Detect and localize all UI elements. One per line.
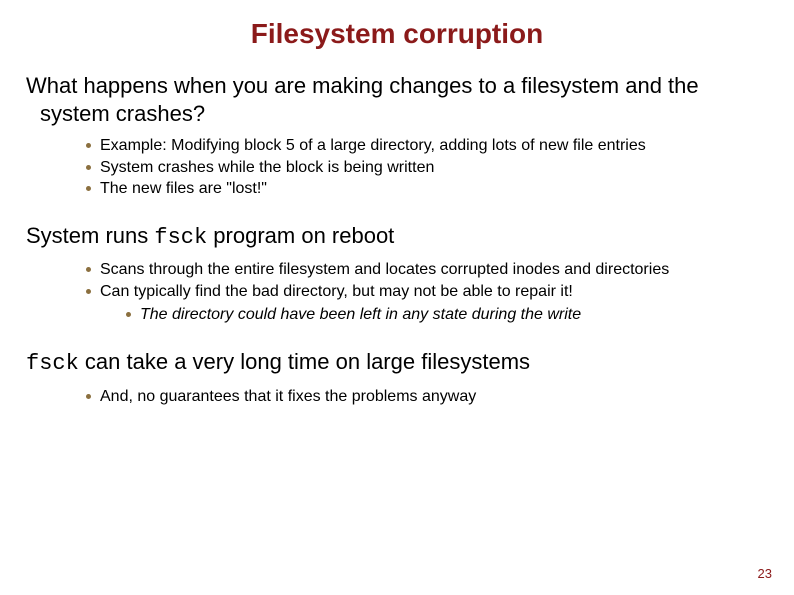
section-2-text-b: program on reboot	[207, 223, 394, 248]
section-2-text-a: System runs	[26, 223, 154, 248]
list-item: Can typically find the bad directory, bu…	[86, 281, 774, 326]
code-fsck-1: fsck	[154, 225, 207, 250]
section-3-text-a: can take a very long time on large files…	[79, 349, 530, 374]
section-1-line-a: What happens when you are making changes…	[26, 73, 699, 98]
slide-title: Filesystem corruption	[20, 18, 774, 50]
list-item: Example: Modifying block 5 of a large di…	[86, 135, 774, 157]
section-1-line-b: system crashes?	[26, 100, 774, 128]
list-item: The directory could have been left in an…	[126, 304, 774, 326]
list-item: System crashes while the block is being …	[86, 157, 774, 179]
section-heading-2: System runs fsck program on reboot	[20, 222, 774, 252]
list-item: And, no guarantees that it fixes the pro…	[86, 386, 774, 408]
code-fsck-2: fsck	[26, 351, 79, 376]
bullet-list-1: Example: Modifying block 5 of a large di…	[20, 135, 774, 200]
nested-list: The directory could have been left in an…	[100, 304, 774, 326]
list-item: The new files are "lost!"	[86, 178, 774, 200]
section-heading-3: fsck can take a very long time on large …	[20, 348, 774, 378]
list-item-text: Can typically find the bad directory, bu…	[100, 283, 573, 300]
list-item: Scans through the entire filesystem and …	[86, 259, 774, 281]
page-number: 23	[758, 566, 772, 581]
bullet-list-3: And, no guarantees that it fixes the pro…	[20, 386, 774, 408]
section-heading-1: What happens when you are making changes…	[20, 72, 774, 127]
bullet-list-2: Scans through the entire filesystem and …	[20, 259, 774, 326]
